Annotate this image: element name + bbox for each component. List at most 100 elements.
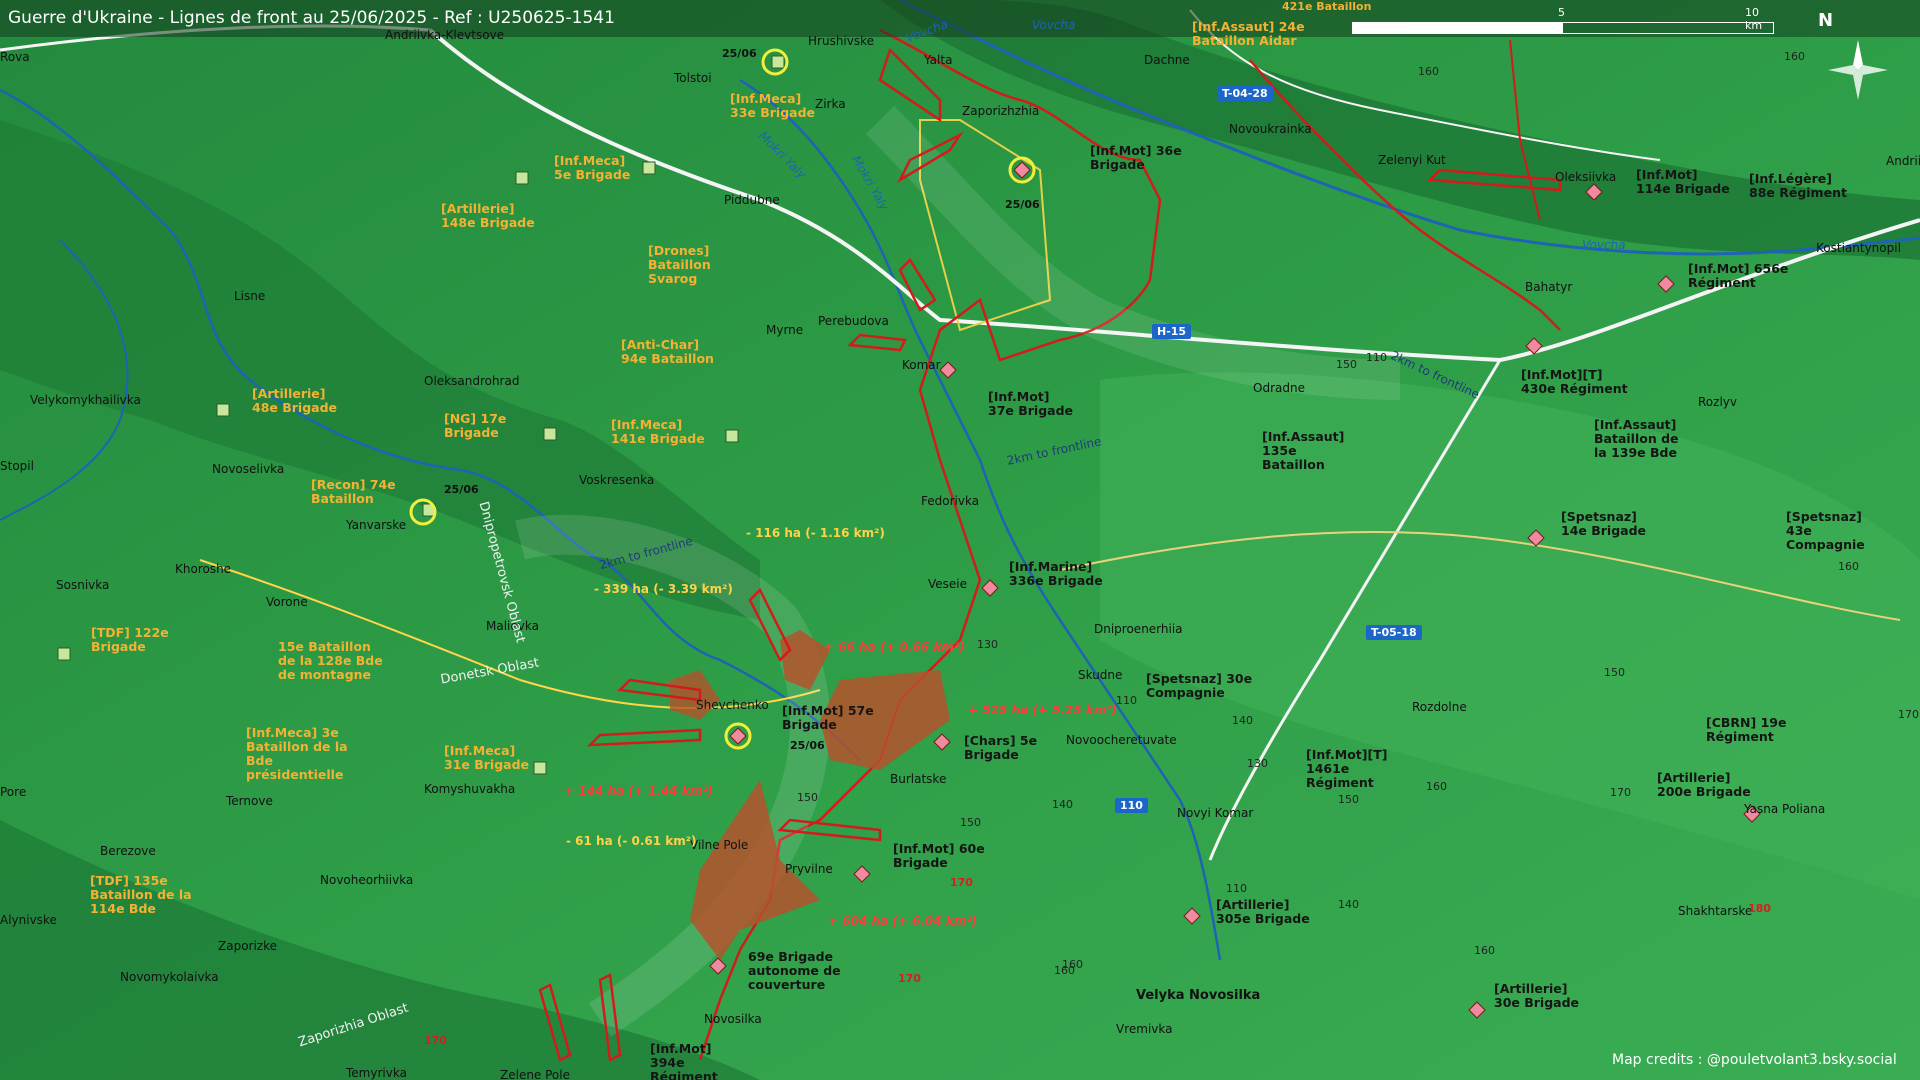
place-label: Velykomykhailivka: [30, 393, 141, 407]
russian-unit-label[interactable]: [Inf.Meca] 5e Brigade: [554, 154, 644, 182]
ukrainian-unit-label[interactable]: [Spetsnaz] 43e Compagnie: [1786, 510, 1892, 552]
russian-unit-label[interactable]: [TDF] 135e Bataillon de la 114e Bde: [90, 874, 198, 916]
russian-unit-label[interactable]: 421e Bataillon: [1282, 0, 1371, 14]
altitude-label: 110: [1366, 351, 1387, 364]
ukrainian-unit-label[interactable]: [Inf.Mot][T] 1461e Régiment: [1306, 748, 1416, 790]
altitude-label: 170: [950, 876, 973, 889]
place-label: Zaporizke: [218, 939, 278, 953]
north-arrow-icon: N: [1818, 10, 1834, 31]
ukrainian-unit-label[interactable]: [Chars] 5e Brigade: [964, 734, 1054, 762]
altitude-label: 150: [1336, 358, 1357, 371]
road-badge: H-15: [1152, 324, 1192, 339]
altitude-label: 170: [1898, 708, 1919, 721]
ukrainian-unit-label[interactable]: [Inf.Mot] 394e Régiment: [650, 1042, 750, 1080]
ukrainian-unit-label[interactable]: [Artillerie] 305e Brigade: [1216, 898, 1316, 926]
place-label: Komar: [902, 358, 941, 372]
place-label: Zaporizhzhia: [962, 104, 1040, 118]
ukrainian-unit-label[interactable]: [Inf.Mot][T] 430e Régiment: [1521, 368, 1631, 396]
place-label: Skudne: [1078, 668, 1123, 682]
russian-unit-label[interactable]: [Inf.Meca] 3e Bataillon de la Bde présid…: [246, 726, 366, 782]
place-label: Tolstoi: [674, 71, 712, 85]
place-label: Veseie: [928, 577, 968, 591]
place-label: Novoheorhiivka: [320, 873, 414, 887]
russian-unit-label[interactable]: [Inf.Meca] 33e Brigade: [730, 92, 830, 120]
ukrainian-unit-label[interactable]: [Inf.Légère] 88e Régiment: [1749, 172, 1849, 200]
altitude-label: 140: [1232, 714, 1253, 727]
ukrainian-unit-label[interactable]: [Inf.Mot] 36e Brigade: [1090, 144, 1190, 172]
place-label: Bahatyr: [1525, 280, 1573, 294]
place-label: Berezove: [100, 844, 156, 858]
ukrainian-unit-label[interactable]: [Artillerie] 30e Brigade: [1494, 982, 1594, 1010]
russian-unit-label[interactable]: [NG] 17e Brigade: [444, 412, 534, 440]
scale-bar-fill: [1353, 23, 1563, 33]
ukrainian-unit-label[interactable]: [CBRN] 19e Régiment: [1706, 716, 1806, 744]
place-label: Yanvarske: [346, 518, 407, 532]
place-label: Lisne: [234, 289, 266, 303]
scale-bar: 5 10 km: [1352, 6, 1774, 34]
place-label: Ternove: [226, 794, 273, 808]
altitude-label: 150: [960, 816, 981, 829]
russian-unit-label[interactable]: [Drones] Bataillon Svarog: [648, 244, 758, 286]
place-label: Odradne: [1253, 381, 1305, 395]
ukrainian-unit-label[interactable]: [Inf.Mot] 37e Brigade: [988, 390, 1078, 418]
altitude-label: 160: [1474, 944, 1495, 957]
date-label: 25/06: [1005, 198, 1040, 211]
road-badge: T-04-28: [1217, 86, 1273, 101]
area-gain-label: + 144 ha (+ 1.44 km²): [564, 784, 714, 798]
altitude-label: 160: [1418, 65, 1439, 78]
place-label: Novoukrainka: [1229, 122, 1312, 136]
altitude-label: 160: [1784, 50, 1805, 63]
ukrainian-unit-label[interactable]: [Inf.Assaut] 135e Bataillon: [1262, 430, 1362, 472]
place-label: Vilne Pole: [690, 838, 749, 852]
date-label: 25/06: [790, 739, 825, 752]
place-label: Perebudova: [818, 314, 889, 328]
ukrainian-unit-label[interactable]: [Artillerie] 200e Brigade: [1657, 771, 1757, 799]
russian-unit-label[interactable]: [Artillerie] 48e Brigade: [252, 387, 352, 415]
altitude-label: 140: [1338, 898, 1359, 911]
ukrainian-unit-label[interactable]: [Inf.Assaut] Bataillon de la 139e Bde: [1594, 418, 1694, 460]
altitude-label: 170: [898, 972, 921, 985]
place-label: Piddubne: [724, 193, 780, 207]
ukrainian-unit-label[interactable]: [Inf.Marine] 336e Brigade: [1009, 560, 1109, 588]
place-label: Rozdolne: [1412, 700, 1467, 714]
russian-unit-label[interactable]: [TDF] 122e Brigade: [91, 626, 181, 654]
place-label: Zelene Pole: [500, 1068, 570, 1080]
ukrainian-unit-label[interactable]: [Spetsnaz] 14e Brigade: [1561, 510, 1651, 538]
place-label: Shakhtarske: [1678, 904, 1753, 918]
russian-unit-label[interactable]: [Inf.Meca] 31e Brigade: [444, 744, 534, 772]
place-label: Vorone: [266, 595, 308, 609]
area-loss-label: - 61 ha (- 0.61 km²): [566, 834, 697, 848]
map-canvas[interactable]: Guerre d'Ukraine - Lignes de front au 25…: [0, 0, 1920, 1080]
place-label: Hrushivske: [808, 34, 875, 48]
place-label: Novoselivka: [212, 462, 285, 476]
place-label: Dachne: [1144, 53, 1190, 67]
ukrainian-unit-label[interactable]: [Inf.Mot] 114e Brigade: [1636, 168, 1736, 196]
place-label: Alynivske: [0, 913, 57, 927]
russian-unit-label[interactable]: [Anti-Char] 94e Bataillon: [621, 338, 721, 366]
place-label: Pore: [0, 785, 27, 799]
altitude-label: 140: [1052, 798, 1073, 811]
place-label: Pryvilne: [785, 862, 833, 876]
place-label: Stopil: [0, 459, 34, 473]
ukrainian-unit-label[interactable]: [Inf.Mot] 60e Brigade: [893, 842, 993, 870]
altitude-label: 160: [1426, 780, 1447, 793]
place-label: Oleksiivka: [1555, 170, 1617, 184]
place-label: Novyi Komar: [1177, 806, 1254, 820]
altitude-label: 150: [797, 791, 818, 804]
russian-unit-label[interactable]: [Recon] 74e Bataillon: [311, 478, 407, 506]
place-label: Myrne: [766, 323, 804, 337]
altitude-label: 160: [1838, 560, 1859, 573]
place-label: Novomykolaivka: [120, 970, 219, 984]
river-label: Vovcha: [1032, 18, 1076, 32]
area-loss-label: - 339 ha (- 3.39 km²): [594, 582, 733, 596]
altitude-label: 130: [977, 638, 998, 651]
russian-unit-label[interactable]: 15e Bataillon de la 128e Bde de montagne: [278, 640, 388, 682]
ukrainian-unit-label[interactable]: 69e Brigade autonome de couverture: [748, 950, 898, 992]
ukrainian-unit-label[interactable]: [Spetsnaz] 30e Compagnie: [1146, 672, 1256, 700]
ukrainian-unit-label[interactable]: [Inf.Mot] 656e Régiment: [1688, 262, 1798, 290]
russian-unit-label[interactable]: [Artillerie] 148e Brigade: [441, 202, 547, 230]
altitude-label: 130: [1247, 757, 1268, 770]
russian-unit-label[interactable]: [Inf.Assaut] 24e Bataillon Aidar: [1192, 20, 1332, 48]
russian-unit-label[interactable]: [Inf.Meca] 141e Brigade: [611, 418, 709, 446]
ukrainian-unit-label[interactable]: [Inf.Mot] 57e Brigade: [782, 704, 880, 732]
